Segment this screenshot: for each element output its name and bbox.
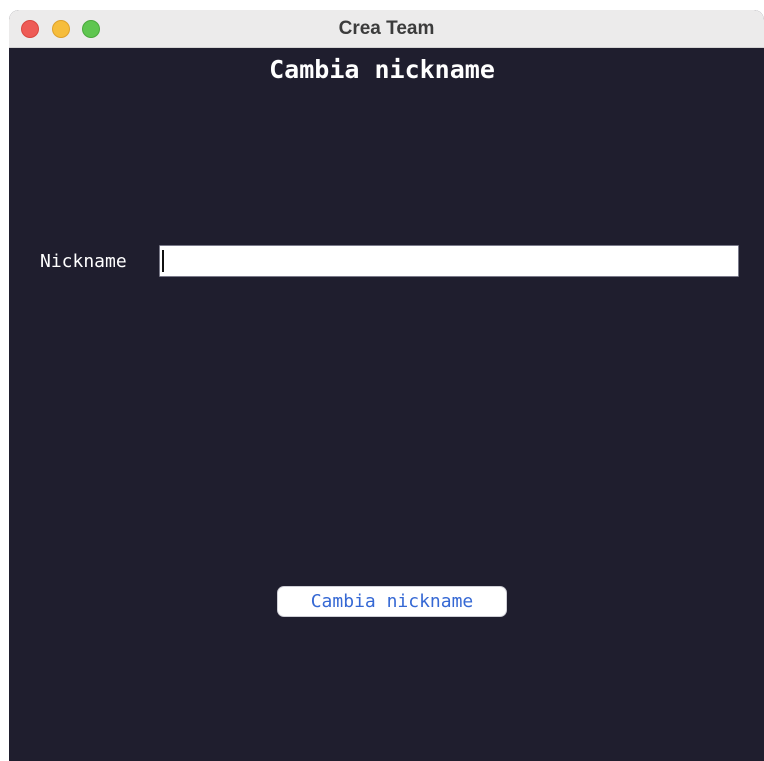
window-title: Crea Team [338,18,435,39]
text-cursor [162,250,164,272]
page-title: Cambia nickname [269,55,495,84]
nickname-label: Nickname [40,251,127,272]
change-nickname-button[interactable]: Cambia nickname [277,586,507,617]
nickname-input[interactable] [159,245,739,277]
app-window: Crea Team Cambia nickname Nickname Cambi… [9,10,764,761]
title-bar[interactable]: Crea Team [9,10,764,48]
